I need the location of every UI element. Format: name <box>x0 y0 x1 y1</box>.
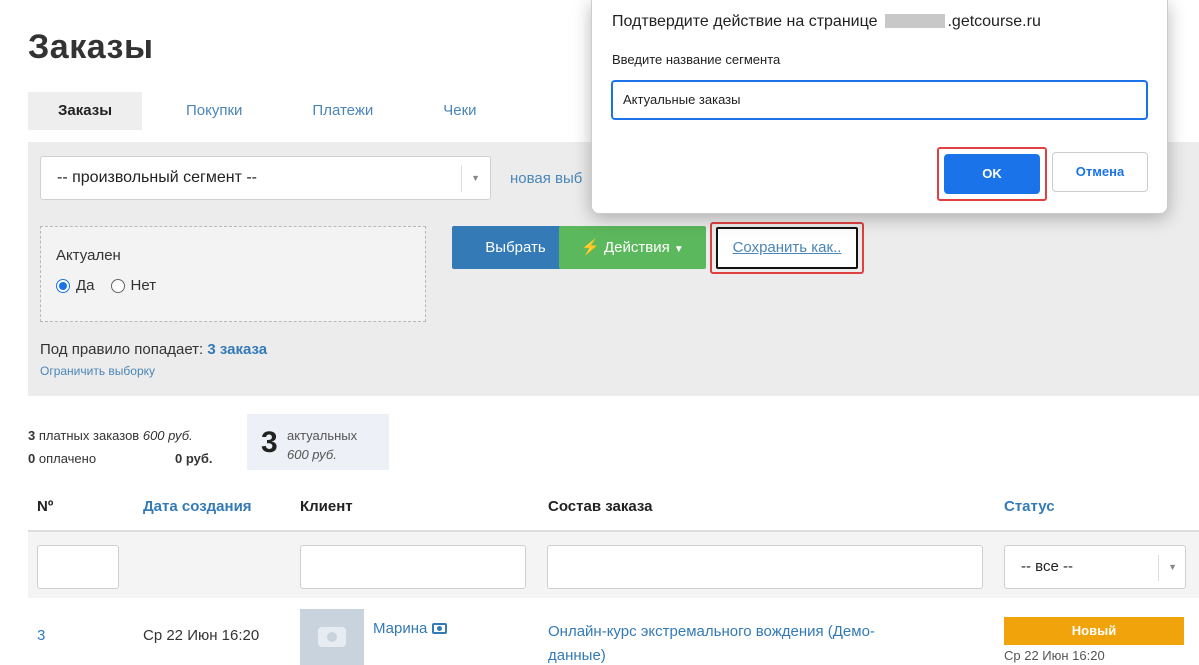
camera-icon <box>318 627 346 647</box>
paid-amount: 600 руб. <box>142 428 193 443</box>
stats-paid: 3 платных заказов 600 руб. <box>28 428 193 443</box>
order-filter-input[interactable] <box>547 545 983 589</box>
confirm-dialog: Подтвердите действие на странице .getcour… <box>591 0 1168 214</box>
dialog-prompt: Введите название сегмента <box>612 52 781 67</box>
new-selection-link[interactable]: новая выб <box>510 170 582 187</box>
number-filter-input[interactable] <box>37 545 119 589</box>
segment-name-input[interactable]: Актуальные заказы <box>611 80 1148 120</box>
blurred-subdomain <box>885 14 946 28</box>
actual-amount: 600 руб. <box>287 447 337 462</box>
radio-yes-label: Да <box>76 277 95 294</box>
settled-amount: 0 руб. <box>175 451 213 466</box>
client-filter-input[interactable] <box>300 545 526 589</box>
chevron-down-icon: ▼ <box>471 173 480 183</box>
tab-receipts[interactable]: Чеки <box>443 92 476 130</box>
segment-select-value: -- произвольный сегмент -- <box>57 169 257 186</box>
dialog-title: Подтвердите действие на странице .getcour… <box>612 13 1041 31</box>
radio-no[interactable]: Нет <box>110 277 157 294</box>
rule-count-value[interactable]: 3 заказа <box>207 341 267 358</box>
chevron-down-icon: ▼ <box>1168 562 1177 572</box>
actual-count: 3 <box>261 426 278 459</box>
actual-label: актуальных <box>287 428 358 443</box>
tabs: Заказы Покупки Платежи Чеки <box>28 92 477 130</box>
dialog-title-prefix: Подтвердите действие на странице <box>612 13 878 30</box>
radio-unchecked-icon <box>110 278 125 293</box>
paid-count: 3 <box>28 428 36 443</box>
column-number: Nº <box>37 498 54 515</box>
tab-orders[interactable]: Заказы <box>28 92 142 130</box>
cancel-button[interactable]: Отмена <box>1052 152 1148 192</box>
lightning-icon: ⚡ <box>581 239 600 256</box>
column-client: Клиент <box>300 498 353 515</box>
id-card-icon <box>432 623 448 634</box>
order-item-line2: данные) <box>548 647 606 664</box>
select-separator <box>1158 555 1159 581</box>
ok-button[interactable]: OK <box>944 154 1040 194</box>
status-badge: Новый <box>1004 617 1184 645</box>
actions-button[interactable]: ⚡ Действия ▼ <box>559 226 706 269</box>
rule-radios: Да Нет <box>56 277 172 294</box>
order-item-line1: Онлайн-курс экстремального вождения (Дем… <box>548 623 875 640</box>
settled-count: 0 <box>28 451 36 466</box>
save-as-button[interactable]: Сохранить как.. <box>716 227 858 269</box>
client-link[interactable]: Марина <box>373 620 448 637</box>
actual-stats-box[interactable]: 3 актуальных 600 руб. <box>247 414 389 470</box>
status-filter-value: -- все -- <box>1021 558 1073 575</box>
rule-count-prefix: Под правило попадает: <box>40 341 204 358</box>
tab-purchases[interactable]: Покупки <box>186 92 242 130</box>
rule-count: Под правило попадает: 3 заказа <box>40 341 267 358</box>
tab-payments[interactable]: Платежи <box>312 92 373 130</box>
ok-highlight: OK <box>937 147 1047 201</box>
page-title: Заказы <box>28 28 154 66</box>
settled-label: оплачено <box>38 451 97 466</box>
radio-yes[interactable]: Да <box>56 277 95 294</box>
client-name: Марина <box>373 620 428 637</box>
paid-label: платных заказов <box>38 428 140 443</box>
save-as-highlight: Сохранить как.. <box>710 222 864 274</box>
stats-settled: 0 оплачено <box>28 451 96 466</box>
actions-label: Действия <box>604 239 670 256</box>
rule-box: Актуален Да Нет <box>40 226 426 322</box>
status-date: Ср 22 Июн 16:20 <box>1004 648 1105 663</box>
order-item-link[interactable]: Онлайн-курс экстремального вождения (Дем… <box>548 620 875 665</box>
column-status[interactable]: Статус <box>1004 498 1055 515</box>
order-date: Ср 22 Июн 16:20 <box>143 627 260 644</box>
radio-no-label: Нет <box>130 277 157 294</box>
column-date[interactable]: Дата создания <box>143 498 252 515</box>
select-separator <box>461 166 462 192</box>
order-number-link[interactable]: 3 <box>37 627 45 644</box>
rule-label: Актуален <box>56 247 121 264</box>
caret-down-icon: ▼ <box>673 244 684 255</box>
status-filter-select[interactable]: -- все -- ▼ <box>1004 545 1186 589</box>
limit-selection-link[interactable]: Ограничить выборку <box>40 364 155 378</box>
radio-checked-icon <box>56 278 70 293</box>
segment-select[interactable]: -- произвольный сегмент -- ▼ <box>40 156 491 200</box>
dialog-title-domain: .getcourse.ru <box>947 13 1041 30</box>
column-order: Состав заказа <box>548 498 653 515</box>
avatar[interactable] <box>300 609 364 665</box>
